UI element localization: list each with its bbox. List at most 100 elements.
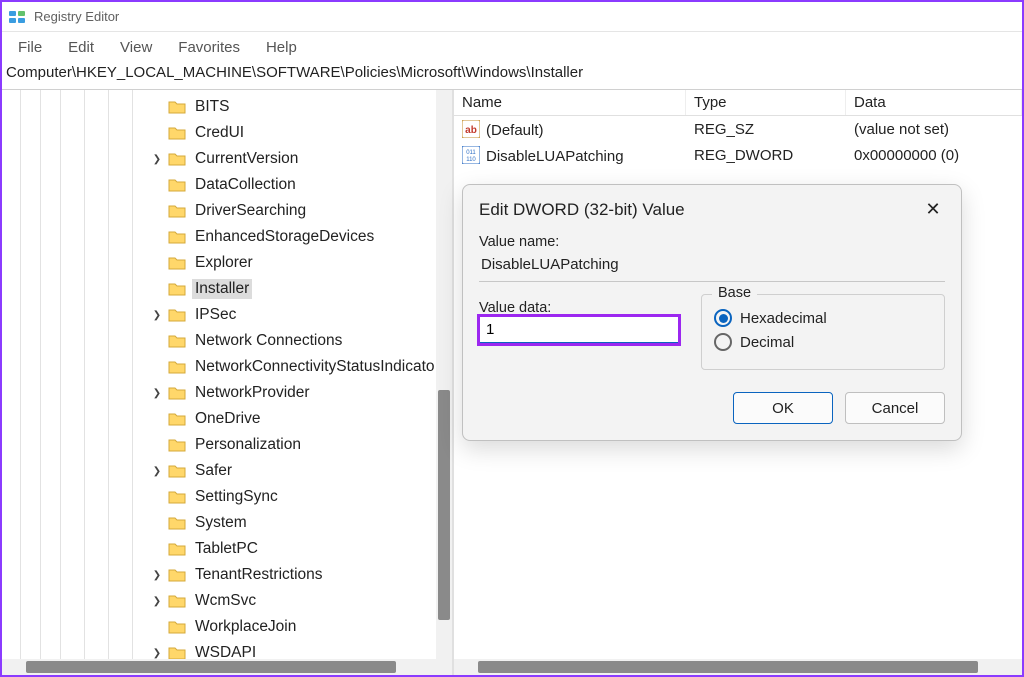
svg-text:011: 011: [466, 150, 476, 156]
folder-icon: [168, 515, 186, 531]
folder-icon: [168, 385, 186, 401]
folder-icon: [168, 411, 186, 427]
expander-icon[interactable]: ❯: [150, 568, 164, 582]
tree-item-wcmsvc[interactable]: ❯ WcmSvc: [2, 588, 452, 614]
tree-item-label: Network Connections: [192, 331, 345, 351]
svg-text:110: 110: [466, 157, 476, 163]
tree-horizontal-scrollbar[interactable]: [2, 659, 452, 675]
tree-item-explorer[interactable]: Explorer: [2, 250, 452, 276]
close-icon[interactable]: ✕: [921, 199, 945, 220]
radio-icon: [714, 333, 732, 351]
folder-icon: [168, 203, 186, 219]
tree-item-label: NetworkConnectivityStatusIndicato: [192, 357, 438, 377]
menu-edit[interactable]: Edit: [56, 35, 106, 60]
folder-icon: [168, 489, 186, 505]
tree-item-label: TenantRestrictions: [192, 565, 326, 585]
value-data-label: Value data:: [479, 300, 679, 316]
tree-item-label: DataCollection: [192, 175, 299, 195]
svg-text:ab: ab: [465, 125, 477, 136]
tree-item-label: SettingSync: [192, 487, 281, 507]
window-title: Registry Editor: [34, 9, 119, 24]
folder-icon: [168, 463, 186, 479]
value-name-field: DisableLUAPatching: [479, 250, 945, 282]
expander-icon[interactable]: ❯: [150, 308, 164, 322]
column-data[interactable]: Data: [846, 90, 1022, 115]
tree-item-system[interactable]: System: [2, 510, 452, 536]
menu-favorites[interactable]: Favorites: [166, 35, 252, 60]
regedit-icon: [8, 8, 26, 26]
registry-editor-window: Registry Editor File Edit View Favorites…: [0, 0, 1024, 677]
tree-item-label: Explorer: [192, 253, 256, 273]
folder-icon: [168, 593, 186, 609]
expander-icon[interactable]: ❯: [150, 386, 164, 400]
tree-item-workplacejoin[interactable]: WorkplaceJoin: [2, 614, 452, 640]
base-legend: Base: [712, 285, 757, 301]
tree-item-label: TabletPC: [192, 539, 261, 559]
tree-item-installer[interactable]: Installer: [2, 276, 452, 302]
tree-item-currentversion[interactable]: ❯CurrentVersion: [2, 146, 452, 172]
binary-value-icon: 011110: [462, 146, 480, 164]
values-horizontal-scrollbar[interactable]: [454, 659, 1022, 675]
expander-icon[interactable]: ❯: [150, 464, 164, 478]
folder-icon: [168, 567, 186, 583]
dialog-title: Edit DWORD (32-bit) Value: [479, 200, 685, 220]
tree-item-label: Installer: [192, 279, 252, 299]
edit-dword-dialog: Edit DWORD (32-bit) Value ✕ Value name: …: [462, 184, 962, 441]
tree-item-settingsync[interactable]: SettingSync: [2, 484, 452, 510]
tree-item-ipsec[interactable]: ❯ IPSec: [2, 302, 452, 328]
value-row[interactable]: ab (Default) REG_SZ(value not set): [454, 116, 1022, 142]
tree-item-network-connections[interactable]: Network Connections: [2, 328, 452, 354]
expander-icon[interactable]: ❯: [150, 594, 164, 608]
base-fieldset: Base Hexadecimal Decimal: [701, 294, 945, 370]
value-data: 0x00000000 (0): [846, 147, 1022, 164]
value-row[interactable]: 011110DisableLUAPatchingREG_DWORD0x00000…: [454, 142, 1022, 168]
value-data-input[interactable]: [479, 316, 679, 344]
tree-item-label: WorkplaceJoin: [192, 617, 299, 637]
expander-icon[interactable]: ❯: [150, 646, 164, 660]
tree-item-label: Personalization: [192, 435, 304, 455]
tree-item-tabletpc[interactable]: TabletPC: [2, 536, 452, 562]
column-type[interactable]: Type: [686, 90, 846, 115]
tree-item-networkprovider[interactable]: ❯ NetworkProvider: [2, 380, 452, 406]
expander-icon[interactable]: ❯: [150, 152, 164, 166]
folder-icon: [168, 177, 186, 193]
value-name-label: Value name:: [479, 234, 945, 250]
tree-item-driversearching[interactable]: DriverSearching: [2, 198, 452, 224]
tree-item-label: BITS: [192, 97, 232, 117]
radio-hexadecimal[interactable]: Hexadecimal: [714, 309, 932, 327]
values-header: Name Type Data: [454, 90, 1022, 116]
tree-item-datacollection[interactable]: DataCollection: [2, 172, 452, 198]
tree-item-label: NetworkProvider: [192, 383, 313, 403]
menu-help[interactable]: Help: [254, 35, 309, 60]
tree-item-personalization[interactable]: Personalization: [2, 432, 452, 458]
tree-item-label: IPSec: [192, 305, 239, 325]
ok-button[interactable]: OK: [733, 392, 833, 424]
menu-file[interactable]: File: [6, 35, 54, 60]
menu-bar: File Edit View Favorites Help: [2, 32, 1022, 62]
folder-icon: [168, 99, 186, 115]
tree-pane: BITS CredUI❯CurrentVersion DataCollection D…: [2, 90, 454, 675]
tree-item-enhancedstoragedevices[interactable]: EnhancedStorageDevices: [2, 224, 452, 250]
tree-item-label: WcmSvc: [192, 591, 259, 611]
tree-item-label: System: [192, 513, 250, 533]
tree-item-onedrive[interactable]: OneDrive: [2, 406, 452, 432]
tree-item-credui[interactable]: CredUI: [2, 120, 452, 146]
value-type: REG_DWORD: [686, 147, 846, 164]
folder-icon: [168, 151, 186, 167]
radio-decimal[interactable]: Decimal: [714, 333, 932, 351]
column-name[interactable]: Name: [454, 90, 686, 115]
title-bar: Registry Editor: [2, 2, 1022, 32]
cancel-button[interactable]: Cancel: [845, 392, 945, 424]
value-name: (Default): [486, 122, 544, 139]
string-value-icon: ab: [462, 120, 480, 138]
tree-item-networkconnectivitystatusindicato[interactable]: NetworkConnectivityStatusIndicato: [2, 354, 452, 380]
tree-item-label: DriverSearching: [192, 201, 309, 221]
tree-item-bits[interactable]: BITS: [2, 94, 452, 120]
value-type: REG_SZ: [686, 121, 846, 138]
menu-view[interactable]: View: [108, 35, 164, 60]
tree-vertical-scrollbar[interactable]: [436, 90, 452, 659]
tree-item-safer[interactable]: ❯Safer: [2, 458, 452, 484]
tree-item-tenantrestrictions[interactable]: ❯ TenantRestrictions: [2, 562, 452, 588]
address-bar[interactable]: Computer\HKEY_LOCAL_MACHINE\SOFTWARE\Pol…: [2, 62, 1022, 90]
value-data: (value not set): [846, 121, 1022, 138]
